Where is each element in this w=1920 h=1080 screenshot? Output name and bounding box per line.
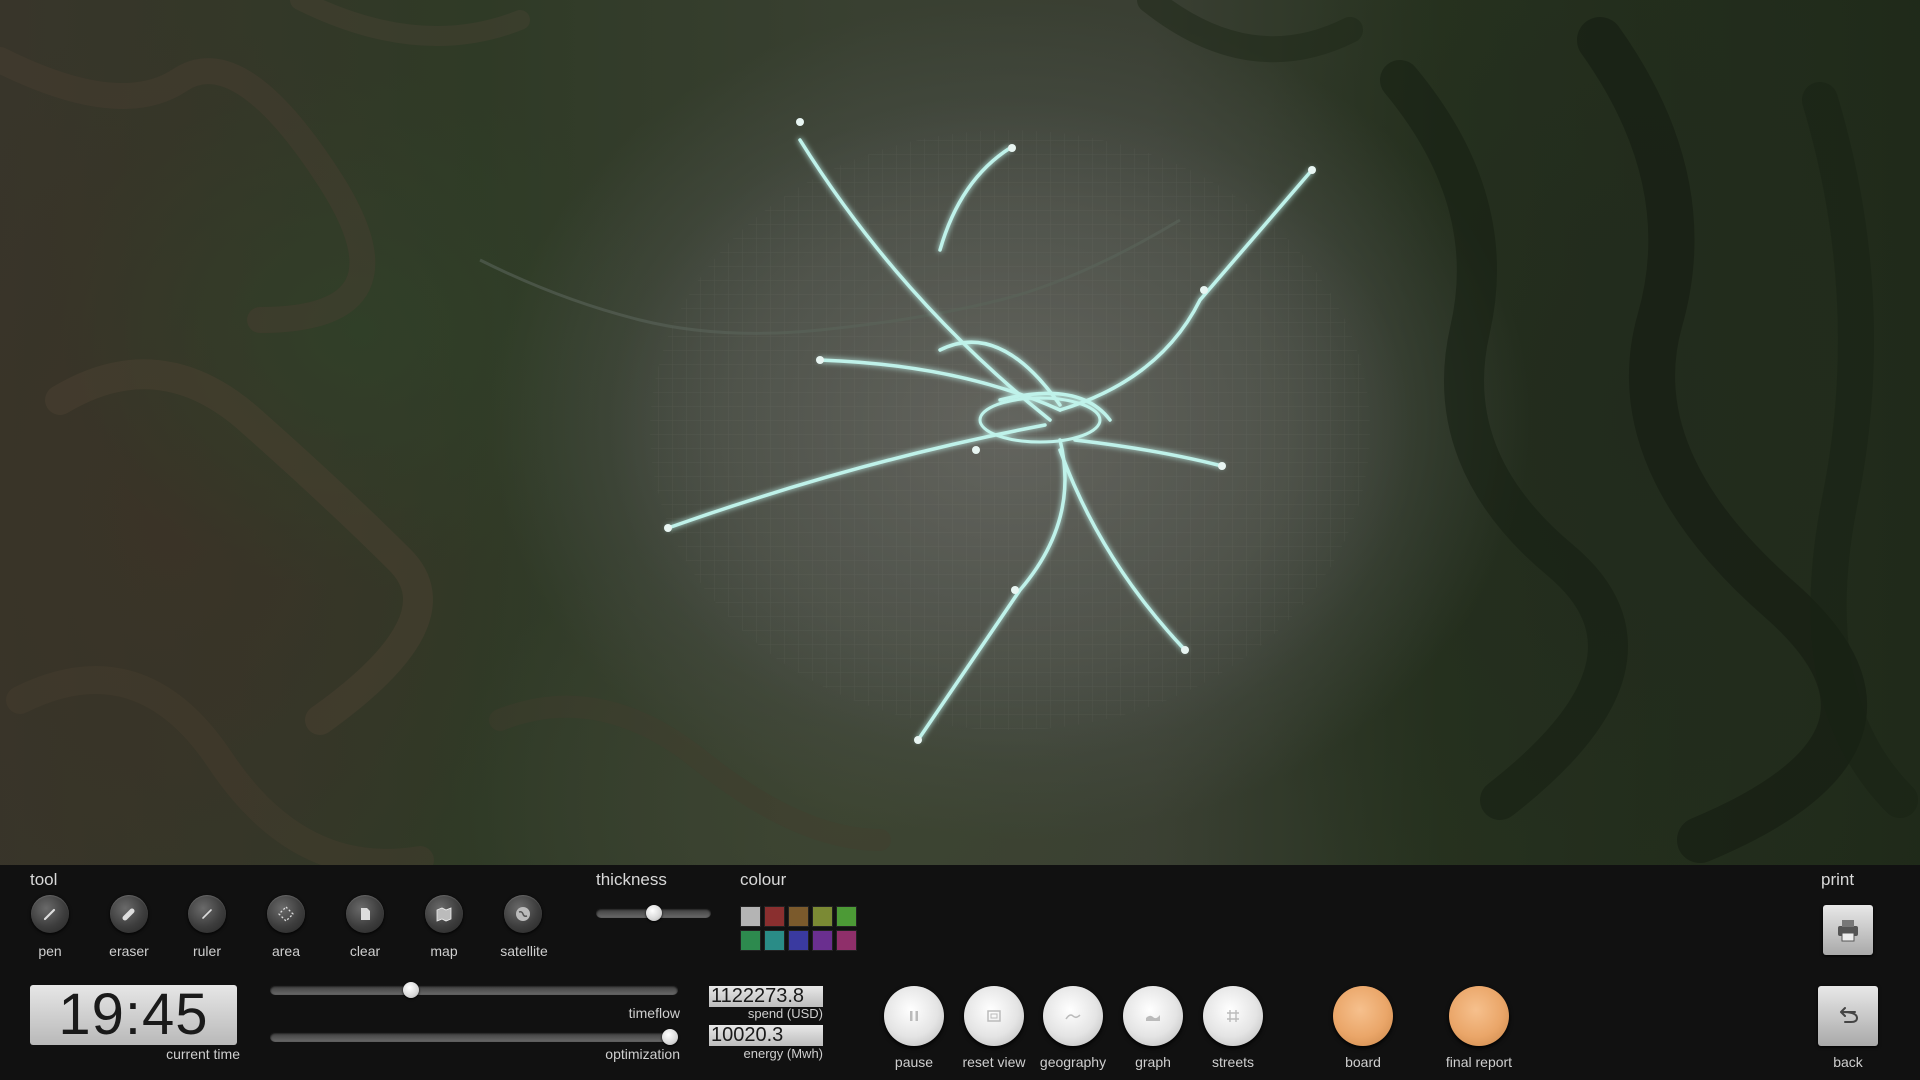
geography-button[interactable]	[1043, 986, 1103, 1046]
area-icon	[278, 906, 294, 922]
satellite-label: satellite	[500, 943, 548, 959]
graph-icon	[1146, 1015, 1160, 1021]
network-node[interactable]	[664, 524, 672, 532]
current-time-display: 19:45	[30, 985, 237, 1045]
energy-readout: 10020.3	[709, 1025, 823, 1046]
print-button[interactable]	[1823, 905, 1873, 955]
final-report-button[interactable]	[1449, 986, 1509, 1046]
map-button[interactable]	[425, 895, 463, 933]
map-terrain	[0, 0, 1918, 865]
board-button[interactable]	[1333, 986, 1393, 1046]
network-node[interactable]	[1200, 286, 1208, 294]
board-label: board	[1345, 1054, 1381, 1070]
network-node[interactable]	[816, 356, 824, 364]
geography-icon	[1065, 1014, 1081, 1020]
colour-swatch[interactable]	[812, 930, 833, 951]
spend-readout: 1122273.8	[709, 986, 823, 1007]
reset-view-button[interactable]	[964, 986, 1024, 1046]
reset-view-icon	[987, 1010, 1001, 1022]
timeflow-slider-knob[interactable]	[403, 982, 420, 998]
tool-heading: tool	[30, 870, 58, 889]
thickness-heading: thickness	[596, 870, 667, 889]
eraser-icon	[122, 908, 135, 921]
network-node[interactable]	[972, 446, 980, 454]
colour-swatch[interactable]	[812, 906, 833, 927]
optimization-slider-track[interactable]	[270, 1032, 678, 1042]
network-node[interactable]	[1218, 462, 1226, 470]
timeflow-label: timeflow	[628, 1005, 680, 1021]
network-node[interactable]	[796, 118, 804, 126]
pen-button[interactable]	[31, 895, 69, 933]
network-node[interactable]	[1308, 166, 1316, 174]
optimization-slider-knob[interactable]	[662, 1029, 678, 1045]
ruler-label: ruler	[192, 943, 221, 959]
spend-label: spend (USD)	[747, 1006, 823, 1021]
colour-swatch[interactable]	[788, 930, 809, 951]
eraser-button[interactable]	[110, 895, 148, 933]
eraser-label: eraser	[109, 943, 149, 959]
back-label: back	[1833, 1054, 1863, 1070]
optimization-label: optimization	[605, 1046, 680, 1062]
network-node[interactable]	[1008, 144, 1016, 152]
final-report-label: final report	[1445, 1054, 1513, 1070]
print-heading: print	[1821, 870, 1855, 889]
pause-button[interactable]	[884, 986, 944, 1046]
streets-button[interactable]	[1203, 986, 1263, 1046]
map-icon	[436, 907, 452, 922]
colour-heading: colour	[740, 870, 787, 889]
network-node[interactable]	[914, 736, 922, 744]
timeflow-slider-track[interactable]	[270, 985, 678, 995]
colour-swatch[interactable]	[836, 930, 857, 951]
clear-button[interactable]	[346, 895, 384, 933]
area-label: area	[271, 943, 301, 959]
street-grid	[650, 130, 1370, 730]
pen-label: pen	[38, 943, 62, 959]
colour-swatch[interactable]	[740, 906, 761, 927]
back-arrow-icon	[1840, 1007, 1858, 1023]
graph-button[interactable]	[1123, 986, 1183, 1046]
back-button[interactable]	[1818, 986, 1878, 1046]
colour-swatch[interactable]	[764, 906, 785, 927]
streets-icon	[1227, 1010, 1239, 1022]
energy-label: energy (Mwh)	[743, 1046, 823, 1061]
ruler-button[interactable]	[188, 895, 226, 933]
satellite-map-view[interactable]	[0, 0, 1920, 865]
map-label: map	[430, 943, 458, 959]
colour-swatch[interactable]	[740, 930, 761, 951]
ruler-icon	[202, 909, 212, 919]
colour-swatch[interactable]	[764, 930, 785, 951]
pause-icon	[910, 1011, 918, 1021]
colour-swatch[interactable]	[788, 906, 809, 927]
network-node[interactable]	[1181, 646, 1189, 654]
printer-icon	[1838, 920, 1858, 942]
network-node[interactable]	[1011, 586, 1019, 594]
clear-label: clear	[349, 943, 381, 959]
area-button[interactable]	[267, 895, 305, 933]
satellite-button[interactable]	[504, 895, 542, 933]
pen-icon	[43, 908, 56, 921]
streets-label: streets	[1211, 1054, 1254, 1070]
current-time-label: current time	[166, 1046, 240, 1062]
clear-icon	[361, 908, 370, 920]
thickness-slider-knob[interactable]	[645, 905, 662, 921]
colour-swatch[interactable]	[836, 906, 857, 927]
control-panel: tool pen eraser ruler area clear map sat…	[0, 865, 1920, 1080]
satellite-icon	[516, 907, 530, 921]
